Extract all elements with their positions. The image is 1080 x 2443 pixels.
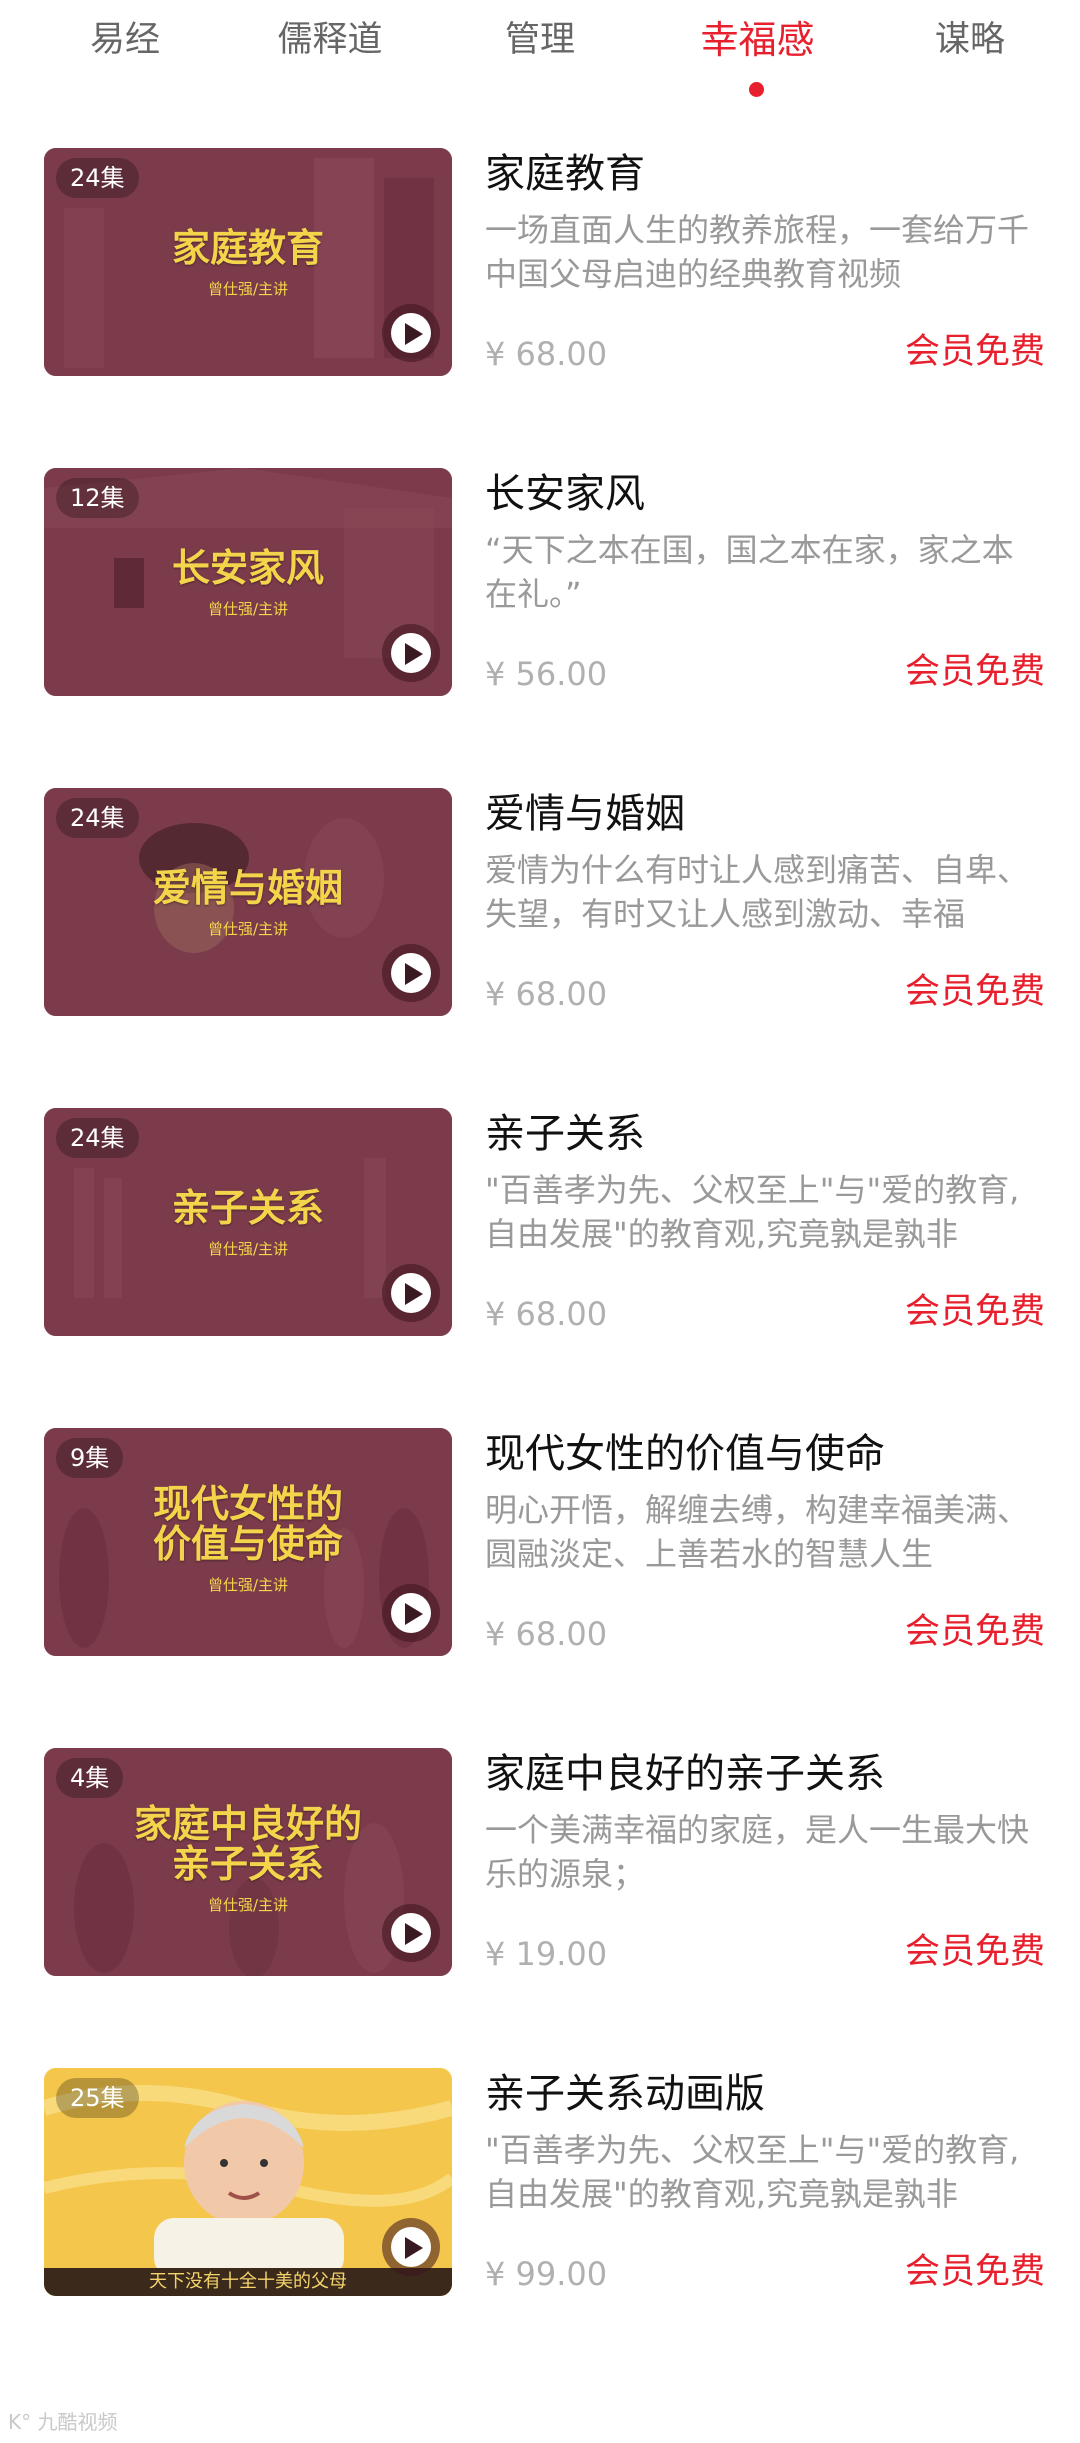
episode-count-badge: 12集 <box>56 478 139 518</box>
course-description: 爱情为什么有时让人感到痛苦、自卑、失望，有时又让人感到激动、幸福 <box>485 851 1030 933</box>
course-price: ¥ 99.00 <box>485 2255 608 2293</box>
episode-count-badge: 4集 <box>56 1758 124 1798</box>
course-item[interactable]: 24集 亲子关系 曾仕强/主讲 亲子关系 "百善孝为先、父权至上"与"爱的教育,… <box>0 1108 1080 1336</box>
course-description: "百善孝为先、父权至上"与"爱的教育,自由发展"的教育观,究竟孰是孰非 <box>485 2131 1020 2213</box>
course-description: 一个美满幸福的家庭，是人一生最大快乐的源泉； <box>485 1811 1030 1893</box>
thumbnail-title: 爱情与婚姻 <box>152 865 343 910</box>
course-description: “天下之本在国，国之本在家，家之本在礼。” <box>485 531 1014 613</box>
course-description: "百善孝为先、父权至上"与"爱的教育,自由发展"的教育观,究竟孰是孰非 <box>485 1171 1020 1253</box>
tab-moulue[interactable]: 谋略 <box>920 10 1020 70</box>
course-info: 亲子关系动画版 "百善孝为先、父权至上"与"爱的教育,自由发展"的教育观,究竟孰… <box>485 2068 1045 2296</box>
tab-xingfugan[interactable]: 幸福感 <box>685 10 830 70</box>
play-icon[interactable] <box>382 1264 440 1322</box>
vip-free-label[interactable]: 会员免费 <box>905 1290 1045 1334</box>
vip-free-label[interactable]: 会员免费 <box>905 970 1045 1014</box>
course-title: 家庭中良好的亲子关系 <box>485 1751 885 1797</box>
course-title: 现代女性的价值与使命 <box>485 1431 885 1477</box>
course-item[interactable]: 25集 天下没有十全十美的父母 亲子关系动画版 "百善孝为先、父权至上"与"爱的… <box>0 2068 1080 2296</box>
course-price: ¥ 68.00 <box>485 975 608 1013</box>
course-price: ¥ 68.00 <box>485 335 608 373</box>
course-title: 长安家风 <box>485 471 645 517</box>
watermark-logo: K° 九酷视频 <box>8 2410 118 2434</box>
course-item[interactable]: 24集 家庭教育 曾仕强/主讲 家庭教育 一场直面人生的教养旅程，一套给万千中国… <box>0 148 1080 376</box>
course-thumbnail[interactable]: 24集 家庭教育 曾仕强/主讲 <box>44 148 452 376</box>
course-thumbnail[interactable]: 24集 亲子关系 曾仕强/主讲 <box>44 1108 452 1336</box>
tab-rushidao[interactable]: 儒释道 <box>265 10 395 70</box>
play-icon[interactable] <box>382 304 440 362</box>
play-icon[interactable] <box>382 624 440 682</box>
course-title: 亲子关系动画版 <box>485 2071 765 2117</box>
episode-count-badge: 25集 <box>56 2078 139 2118</box>
vip-free-label[interactable]: 会员免费 <box>905 1930 1045 1974</box>
episode-count-badge: 24集 <box>56 158 139 198</box>
thumbnail-caption: 天下没有十全十美的父母 <box>44 2268 452 2296</box>
vip-free-label[interactable]: 会员免费 <box>905 330 1045 374</box>
course-info: 亲子关系 "百善孝为先、父权至上"与"爱的教育,自由发展"的教育观,究竟孰是孰非… <box>485 1108 1045 1336</box>
course-item[interactable]: 12集 长安家风 曾仕强/主讲 长安家风 “天下之本在国，国之本在家，家之本在礼… <box>0 468 1080 696</box>
vip-free-label[interactable]: 会员免费 <box>905 650 1045 694</box>
vip-free-label[interactable]: 会员免费 <box>905 1610 1045 1654</box>
thumbnail-title: 家庭教育 <box>171 225 324 270</box>
course-info: 长安家风 “天下之本在国，国之本在家，家之本在礼。” ¥ 56.00 会员免费 <box>485 468 1045 696</box>
course-info: 现代女性的价值与使命 明心开悟，解缠去缚，构建幸福美满、圆融淡定、上善若水的智慧… <box>485 1428 1045 1656</box>
course-price: ¥ 68.00 <box>485 1615 608 1653</box>
course-price: ¥ 56.00 <box>485 655 608 693</box>
thumbnail-title: 现代女性的 价值与使命 <box>152 1481 343 1566</box>
course-description: 一场直面人生的教养旅程，一套给万千中国父母启迪的经典教育视频 <box>485 211 1030 293</box>
course-info: 家庭中良好的亲子关系 一个美满幸福的家庭，是人一生最大快乐的源泉； ¥ 19.0… <box>485 1748 1045 1976</box>
course-title: 家庭教育 <box>485 151 645 197</box>
episode-count-badge: 24集 <box>56 1118 139 1158</box>
course-thumbnail[interactable]: 9集 现代女性的 价值与使命 曾仕强/主讲 <box>44 1428 452 1656</box>
course-info: 爱情与婚姻 爱情为什么有时让人感到痛苦、自卑、失望，有时又让人感到激动、幸福 ¥… <box>485 788 1045 1016</box>
thumbnail-title: 家庭中良好的 亲子关系 <box>133 1801 362 1886</box>
course-price: ¥ 68.00 <box>485 1295 608 1333</box>
course-info: 家庭教育 一场直面人生的教养旅程，一套给万千中国父母启迪的经典教育视频 ¥ 68… <box>485 148 1045 376</box>
course-thumbnail[interactable]: 12集 长安家风 曾仕强/主讲 <box>44 468 452 696</box>
thumbnail-speaker: 曾仕强/主讲 <box>207 1240 289 1258</box>
thumbnail-title: 亲子关系 <box>171 1185 324 1230</box>
course-item[interactable]: 9集 现代女性的 价值与使命 曾仕强/主讲 现代女性的价值与使命 明心开悟，解缠… <box>0 1428 1080 1656</box>
thumbnail-speaker: 曾仕强/主讲 <box>207 280 289 298</box>
episode-count-badge: 24集 <box>56 798 139 838</box>
thumbnail-title: 长安家风 <box>171 545 324 590</box>
thumbnail-speaker: 曾仕强/主讲 <box>207 600 289 618</box>
play-icon[interactable] <box>382 2218 440 2276</box>
category-tabs: 易经 儒释道 管理 幸福感 谋略 <box>0 0 1080 110</box>
thumbnail-speaker: 曾仕强/主讲 <box>207 920 289 938</box>
tab-guanli[interactable]: 管理 <box>490 10 590 70</box>
course-thumbnail[interactable]: 25集 天下没有十全十美的父母 <box>44 2068 452 2296</box>
course-item[interactable]: 4集 家庭中良好的 亲子关系 曾仕强/主讲 家庭中良好的亲子关系 一个美满幸福的… <box>0 1748 1080 1976</box>
course-description: 明心开悟，解缠去缚，构建幸福美满、圆融淡定、上善若水的智慧人生 <box>485 1491 1030 1573</box>
play-icon[interactable] <box>382 944 440 1002</box>
course-thumbnail[interactable]: 4集 家庭中良好的 亲子关系 曾仕强/主讲 <box>44 1748 452 1976</box>
tab-yijing[interactable]: 易经 <box>70 10 180 70</box>
course-title: 爱情与婚姻 <box>485 791 685 837</box>
course-thumbnail[interactable]: 24集 爱情与婚姻 曾仕强/主讲 <box>44 788 452 1016</box>
play-icon[interactable] <box>382 1584 440 1642</box>
course-title: 亲子关系 <box>485 1111 645 1157</box>
course-price: ¥ 19.00 <box>485 1935 608 1973</box>
active-tab-indicator <box>749 82 764 97</box>
play-icon[interactable] <box>382 1904 440 1962</box>
course-item[interactable]: 24集 爱情与婚姻 曾仕强/主讲 爱情与婚姻 爱情为什么有时让人感到痛苦、自卑、… <box>0 788 1080 1016</box>
episode-count-badge: 9集 <box>56 1438 124 1478</box>
vip-free-label[interactable]: 会员免费 <box>905 2250 1045 2294</box>
